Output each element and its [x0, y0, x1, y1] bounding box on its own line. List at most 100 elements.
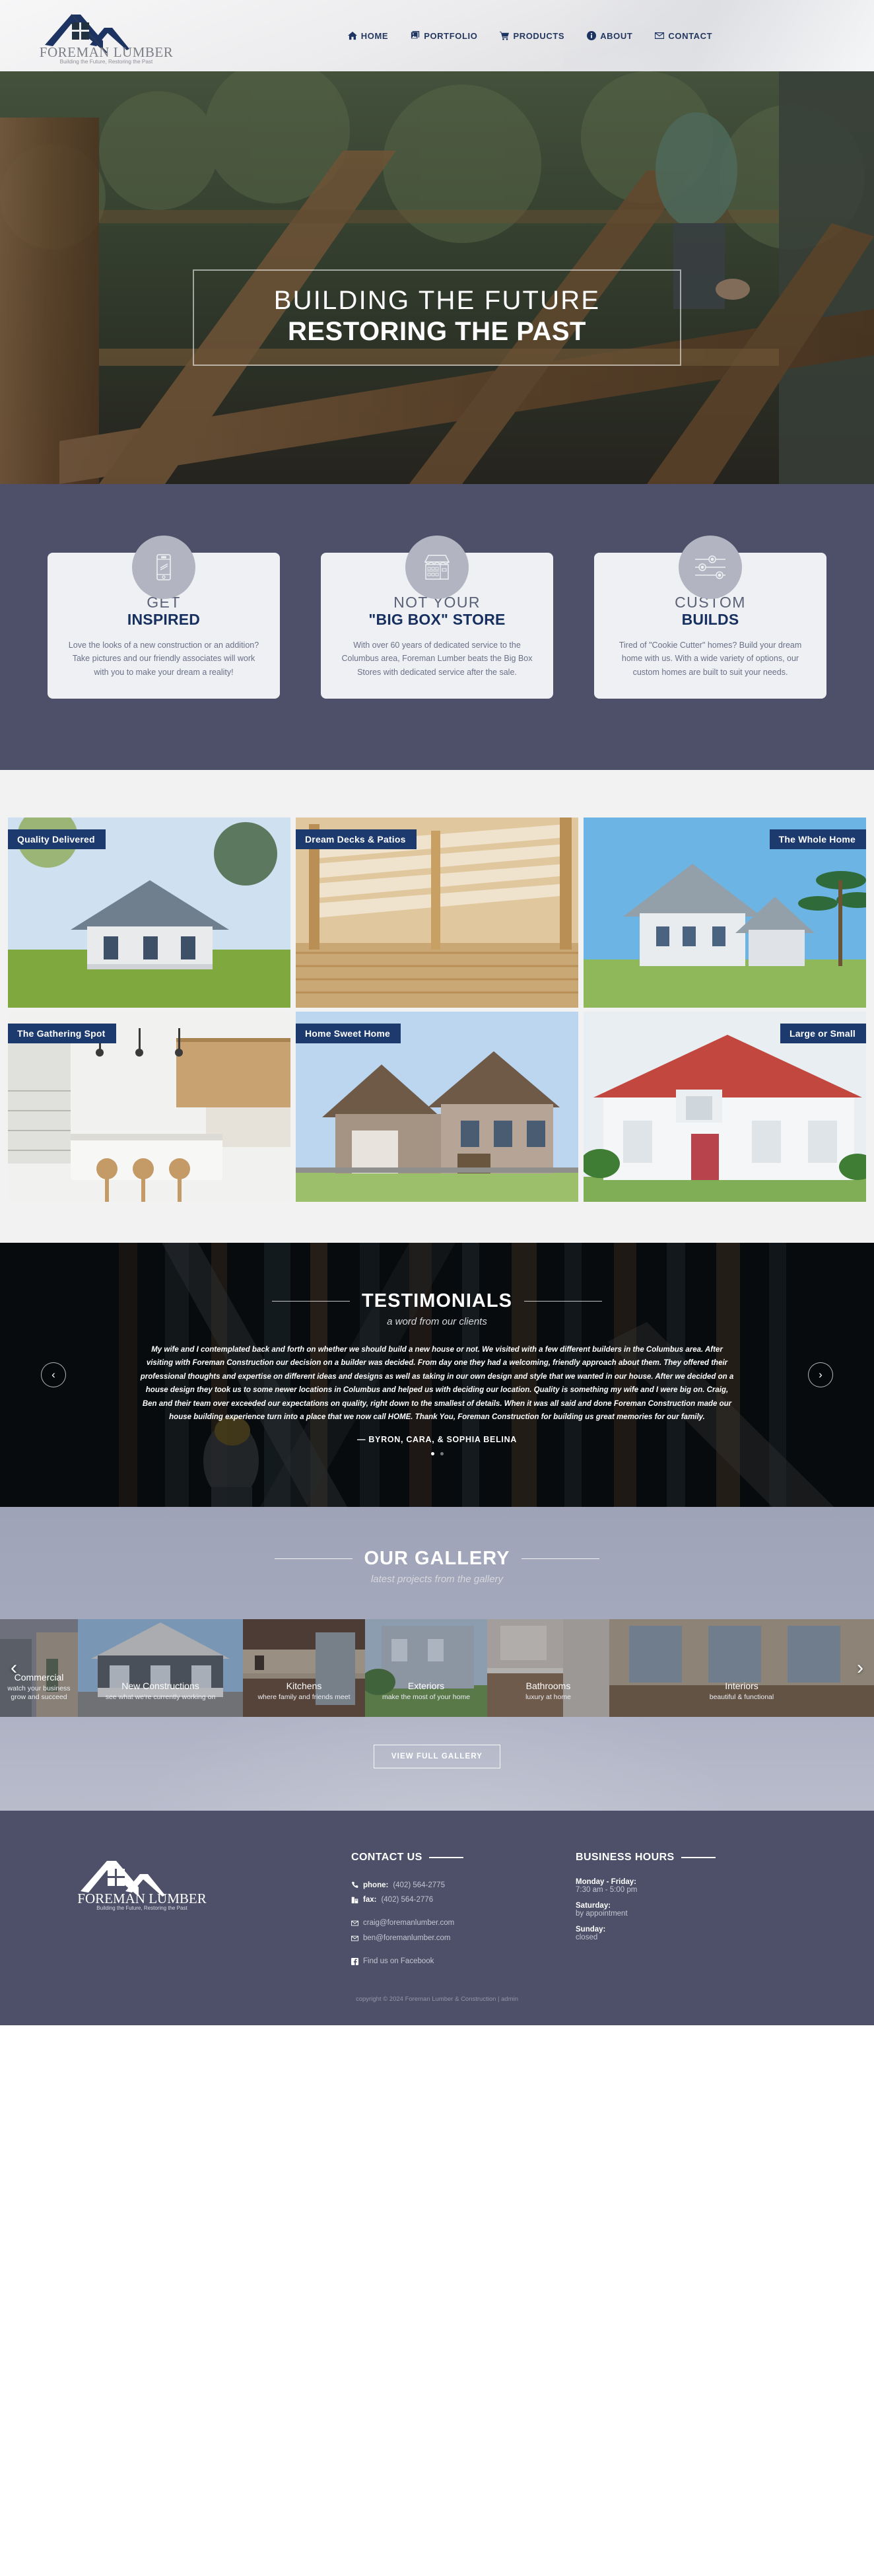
envelope-icon: [655, 32, 665, 39]
home-icon: [347, 31, 357, 40]
tile-label: Large or Small: [780, 1023, 866, 1043]
nav-item-portfolio[interactable]: PORTFOLIO: [411, 31, 477, 41]
footer-hours-column: BUSINESS HOURS Monday - Friday: 7:30 am …: [576, 1848, 774, 1969]
main-navigation[interactable]: HOME PORTFOLIO PRODUCTS ABOUT CONTACT: [205, 31, 874, 41]
sliders-icon: [679, 536, 742, 599]
nav-item-products[interactable]: PRODUCTS: [500, 31, 564, 41]
section-subtitle: latest projects from the gallery: [370, 1573, 504, 1585]
email-1[interactable]: craig@foremanlumber.com: [363, 1916, 454, 1930]
gallery-slide-interiors[interactable]: Interiors beautiful & functional: [609, 1619, 874, 1717]
feature-body: With over 60 years of dedicated service …: [341, 641, 533, 677]
hero-banner: BUILDING THE FUTURE RESTORING THE PAST: [0, 71, 874, 484]
chevron-left-icon: ‹: [51, 1368, 55, 1381]
chevron-right-icon: ›: [857, 1656, 863, 1679]
slide-subtitle: watch your business grow and succeed: [7, 1685, 71, 1702]
hero-line-1: BUILDING THE FUTURE: [273, 286, 601, 315]
envelope-icon: [351, 1920, 358, 1926]
contact-heading: CONTACT US: [351, 1852, 549, 1863]
feature-body: Love the looks of a new construction or …: [68, 641, 259, 677]
project-tile-home-sweet-home[interactable]: Home Sweet Home: [296, 1011, 578, 1202]
nav-item-home[interactable]: HOME: [347, 30, 389, 41]
site-logo[interactable]: FOREMAN LUMBER Building the Future, Rest…: [0, 7, 205, 65]
tile-label: The Gathering Spot: [8, 1023, 116, 1043]
heading-rule-left: [272, 1300, 351, 1302]
slide-title: Bathrooms: [525, 1680, 571, 1691]
gallery-slide-bathrooms[interactable]: Bathrooms luxury at home: [487, 1619, 609, 1717]
gallery-next-button[interactable]: ›: [849, 1657, 871, 1679]
pagination-dot[interactable]: [430, 1451, 434, 1455]
hours-value-saturday: by appointment: [576, 1909, 628, 1918]
section-subtitle: a word from our clients: [387, 1315, 487, 1327]
project-tile-the-whole-home[interactable]: The Whole Home: [584, 817, 866, 1008]
heading-rule-right: [523, 1300, 602, 1302]
features-section: GET INSPIRED Love the looks of a new con…: [0, 484, 874, 770]
slide-subtitle: see what we're currently working on: [105, 1693, 216, 1702]
hours-value-weekday: 7:30 am - 5:00 pm: [576, 1885, 638, 1894]
hours-label-saturday: Saturday:: [576, 1901, 611, 1910]
facebook-label[interactable]: Find us on Facebook: [363, 1954, 434, 1968]
hours-label-sunday: Sunday:: [576, 1925, 606, 1933]
slide-title: Interiors: [725, 1680, 758, 1691]
email-2[interactable]: ben@foremanlumber.com: [363, 1931, 451, 1945]
our-gallery-section: OUR GALLERY latest projects from the gal…: [0, 1506, 874, 1811]
feature-card-big-box-store: NOT YOUR "BIG BOX" STORE With over 60 ye…: [321, 536, 553, 699]
nav-label: HOME: [360, 30, 389, 41]
project-tile-dream-decks-patios[interactable]: Dream Decks & Patios: [296, 817, 578, 1008]
fax-icon: [351, 1897, 358, 1904]
footer-contact-column: CONTACT US phone: (402) 564-2775 fax: (4…: [351, 1848, 549, 1969]
heading-rule-right: [521, 1558, 600, 1559]
logo-wordmark: FOREMAN LUMBER: [77, 1891, 206, 1906]
nav-item-about[interactable]: ABOUT: [587, 31, 632, 41]
gallery-carousel[interactable]: ‹ › Commercial watch your business grow …: [0, 1619, 874, 1717]
testimonial-author: — BYRON, CARA, & SOPHIA BELINA: [356, 1434, 518, 1444]
feature-title-bold: INSPIRED: [127, 611, 201, 629]
nav-label: PORTFOLIO: [424, 30, 478, 41]
hours-heading: BUSINESS HOURS: [576, 1852, 774, 1863]
footer-logo[interactable]: FOREMAN LUMBER Building the Future, Rest…: [48, 1848, 325, 1969]
testimonial-pagination[interactable]: [0, 1451, 874, 1455]
chevron-right-icon: ›: [819, 1368, 823, 1381]
copyright-bar: copyright © 2024 Foreman Lumber & Constr…: [0, 1996, 874, 2003]
gallery-slide-new-constructions[interactable]: New Constructions see what we're current…: [78, 1619, 243, 1717]
footer-facebook-row[interactable]: Find us on Facebook: [351, 1954, 549, 1968]
foreman-lumber-logo-footer: FOREMAN LUMBER Building the Future, Rest…: [77, 1860, 207, 1911]
gallery-heading: OUR GALLERY: [0, 1548, 874, 1570]
logo-tagline: Building the Future, Restoring the Past: [60, 59, 153, 65]
phone-icon: [352, 1881, 358, 1889]
project-tile-quality-delivered[interactable]: Quality Delivered: [8, 817, 290, 1008]
feature-card-custom-builds: CUSTOM BUILDS Tired of "Cookie Cutter" h…: [594, 536, 826, 699]
phone-label: phone:: [363, 1881, 389, 1889]
slide-title: New Constructions: [121, 1680, 199, 1691]
smartphone-icon: [132, 536, 195, 599]
project-tile-large-or-small[interactable]: Large or Small: [584, 1011, 866, 1202]
info-icon: [587, 31, 597, 40]
footer-fax-row: fax: (402) 564-2776: [351, 1893, 549, 1907]
heading-rule: [428, 1856, 463, 1858]
gallery-slide-exteriors[interactable]: Exteriors make the most of your home: [365, 1619, 487, 1717]
nav-item-contact[interactable]: CONTACT: [655, 31, 712, 41]
gallery-prev-button[interactable]: ‹: [3, 1657, 25, 1679]
slide-subtitle: beautiful & functional: [709, 1693, 774, 1702]
phone-value: (402) 564-2775: [393, 1881, 445, 1889]
gallery-slide-kitchens[interactable]: Kitchens where family and friends meet: [243, 1619, 365, 1717]
project-grid: Quality Delivered Dream Decks & Patios T…: [0, 817, 874, 1202]
slide-title: Exteriors: [407, 1680, 445, 1691]
footer-email-row-2[interactable]: ben@foremanlumber.com: [351, 1931, 549, 1945]
view-full-gallery-button[interactable]: VIEW FULL GALLERY: [373, 1744, 501, 1768]
fax-label: fax:: [363, 1896, 377, 1904]
nav-label: CONTACT: [668, 30, 713, 41]
copyright-text[interactable]: copyright © 2024 Foreman Lumber & Constr…: [356, 1996, 518, 2003]
testimonial-prev-button[interactable]: ‹: [41, 1362, 66, 1387]
testimonials-section: ‹ › TESTIMONIALS a word from our clients…: [0, 1242, 874, 1507]
storefront-icon: [405, 536, 469, 599]
project-tile-the-gathering-spot[interactable]: The Gathering Spot: [8, 1011, 290, 1202]
footer-email-row-1[interactable]: craig@foremanlumber.com: [351, 1916, 549, 1930]
logo-tagline: Building the Future, Restoring the Past: [96, 1905, 187, 1911]
hero-line-2: RESTORING THE PAST: [287, 317, 586, 347]
pagination-dot[interactable]: [440, 1451, 444, 1455]
foreman-lumber-logo-mark: FOREMAN LUMBER Building the Future, Rest…: [40, 14, 173, 65]
chevron-left-icon: ‹: [11, 1656, 17, 1679]
testimonial-next-button[interactable]: ›: [808, 1362, 833, 1387]
heading-rule: [681, 1856, 716, 1858]
footer-phone-row: phone: (402) 564-2775: [351, 1878, 549, 1893]
